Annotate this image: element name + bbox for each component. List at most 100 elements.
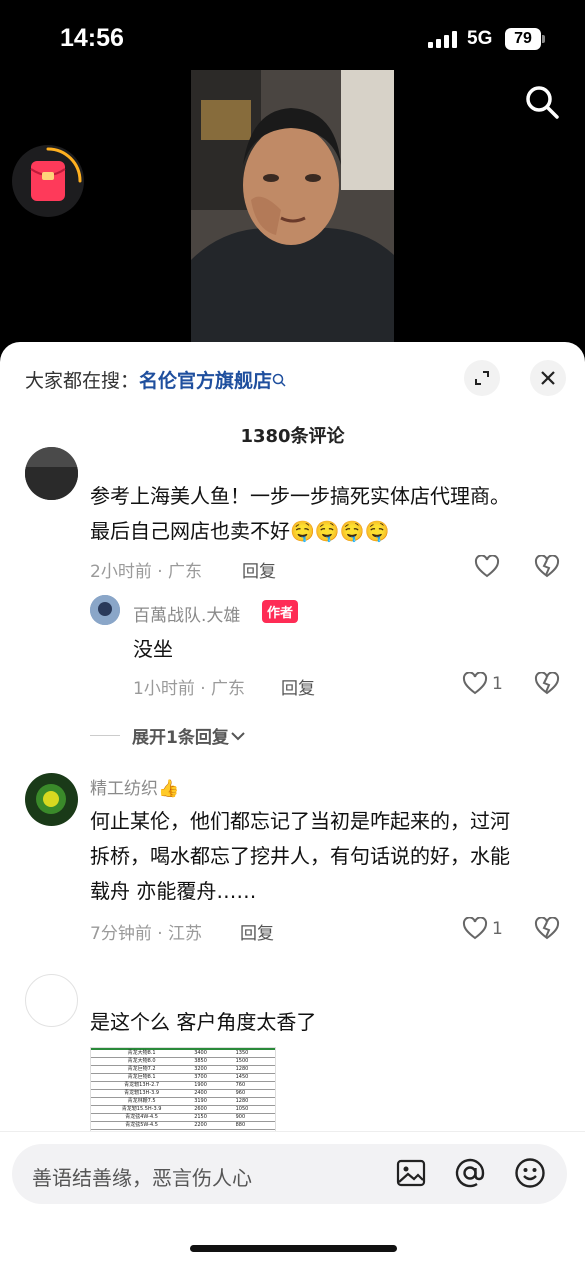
- table-cell: 1900: [192, 1081, 234, 1090]
- heart-icon: [462, 672, 488, 695]
- comment-count: 1380条评论: [240, 426, 345, 447]
- expand-replies-label: 展开1条回复: [132, 728, 229, 748]
- table-cell: 1280: [233, 1097, 275, 1106]
- comment-meta: 7分钟前 · 江苏: [90, 924, 203, 944]
- table-cell: 3190: [192, 1097, 234, 1106]
- table-row: 青龙巨物8.1 3700 1450: [91, 1073, 275, 1082]
- search-icon[interactable]: [524, 84, 560, 124]
- video-player[interactable]: [191, 70, 394, 345]
- table-cell: 3850: [192, 1057, 234, 1066]
- trending-search-prefix: 大家都在搜：: [25, 370, 140, 392]
- table-row: 青龙大物8.0 3850 1500: [91, 1057, 275, 1066]
- reply-button[interactable]: 回复: [281, 674, 315, 699]
- like-button[interactable]: 1: [462, 672, 503, 696]
- comment-text: 是这个么 客户角度太香了: [90, 1010, 317, 1034]
- comment-sheet: 大家都在搜：名伦官方旗舰店 1380条评论 参考上海美人鱼！一步一步搞死实体店代…: [0, 342, 585, 1266]
- table-cell: 1500: [233, 1057, 275, 1066]
- like-count: 1: [492, 919, 503, 939]
- table-row: 青龙巨物7.2 3200 1280: [91, 1065, 275, 1074]
- divider: [90, 735, 120, 736]
- like-button[interactable]: [474, 555, 500, 579]
- avatar[interactable]: [90, 595, 120, 625]
- avatar[interactable]: [25, 447, 78, 500]
- video-frame: [191, 70, 394, 345]
- table-cell: 青龙林鞭7.5: [91, 1097, 193, 1106]
- table-cell: 1350: [233, 1048, 275, 1058]
- comment-line: 拆桥，喝水都忘了挖井人，有句话说的好，水能: [90, 844, 510, 868]
- close-icon[interactable]: [530, 360, 566, 396]
- comment-input[interactable]: 善语结善缘，恶言伤人心: [12, 1144, 567, 1204]
- status-time: 14:56: [60, 24, 124, 52]
- table-cell: 760: [233, 1081, 275, 1090]
- table-cell: 青龙弦5W-4.5: [91, 1121, 193, 1130]
- like-count: 1: [492, 674, 503, 694]
- broken-heart-icon: [534, 917, 560, 940]
- table-cell: 2200: [192, 1121, 234, 1130]
- comment-text: 何止某伦，他们都忘记了当初是咋起来的，过河 拆桥，喝水都忘了挖井人，有句话说的好…: [90, 804, 562, 909]
- comment-image[interactable]: 青龙大物8.1 3400 1350 青龙大物8.0 3850 1500 青龙巨物7.2 320…: [90, 1047, 276, 1139]
- mention-icon[interactable]: [454, 1157, 486, 1193]
- dislike-button[interactable]: [534, 917, 560, 941]
- reply-username[interactable]: 百萬战队.大雄: [133, 601, 240, 626]
- author-badge: 作者: [262, 600, 299, 623]
- table-cell: 900: [233, 1113, 275, 1122]
- table-row: 青龙大物8.1 3400 1350: [91, 1048, 275, 1058]
- trending-search[interactable]: 大家都在搜：名伦官方旗舰店: [25, 366, 286, 393]
- red-packet-icon[interactable]: [12, 145, 84, 217]
- price-table: 青龙大物8.1 3400 1350 青龙大物8.0 3850 1500 青龙巨物7.2 320…: [91, 1048, 275, 1130]
- like-button[interactable]: 1: [462, 917, 503, 941]
- broken-heart-icon: [534, 555, 560, 578]
- search-small-icon: [272, 370, 286, 392]
- comment-line: 最后自己网店也卖不好🤤🤤🤤🤤: [90, 519, 390, 543]
- expand-replies-button[interactable]: 展开1条回复: [90, 723, 247, 748]
- network-type: 5G: [467, 28, 493, 49]
- emoji-icon[interactable]: [514, 1157, 546, 1193]
- table-cell: 3400: [192, 1048, 234, 1058]
- comment-text: 参考上海美人鱼！一步一步搞死实体店代理商。 最后自己网店也卖不好🤤🤤🤤🤤: [90, 479, 562, 549]
- signal-icon: [428, 30, 457, 48]
- table-row: 青龙弦4W-4.5 2150 900: [91, 1113, 275, 1122]
- comment-line: 参考上海美人鱼！一步一步搞死实体店代理商。: [90, 484, 510, 508]
- table-cell: 1050: [233, 1105, 275, 1114]
- reply-text: 没坐: [133, 637, 173, 661]
- heart-icon: [474, 555, 500, 578]
- reply-button[interactable]: 回复: [240, 919, 274, 944]
- trending-search-keyword[interactable]: 名伦官方旗舰店: [139, 370, 272, 392]
- table-cell: 青龙巨物7.2: [91, 1065, 193, 1074]
- comment-line: 何止某伦，他们都忘记了当初是咋起来的，过河: [90, 809, 510, 833]
- table-cell: 青龙巨物8.1: [91, 1073, 193, 1082]
- table-cell: 青龙弦4W-4.5: [91, 1113, 193, 1122]
- table-cell: 青龙轫15.5H-3.9: [91, 1105, 193, 1114]
- table-cell: 青龙轫13H-3.9: [91, 1089, 193, 1098]
- table-cell: 3200: [192, 1065, 234, 1074]
- table-cell: 2150: [192, 1113, 234, 1122]
- comment-username[interactable]: 精工纺织👍: [90, 774, 179, 799]
- table-row: 青龙轫15.5H-3.9 2600 1050: [91, 1105, 275, 1114]
- table-cell: 2600: [192, 1105, 234, 1114]
- table-cell: 青龙大物8.0: [91, 1057, 193, 1066]
- dislike-button[interactable]: [534, 672, 560, 696]
- table-row: 青龙轫13H-3.9 2400 960: [91, 1089, 275, 1098]
- table-cell: 960: [233, 1089, 275, 1098]
- dislike-button[interactable]: [534, 555, 560, 579]
- table-row: 青龙轫13H-2.7 1900 760: [91, 1081, 275, 1090]
- table-cell: 3700: [192, 1073, 234, 1082]
- avatar[interactable]: [25, 974, 78, 1027]
- battery-icon: 79: [505, 28, 545, 50]
- image-icon[interactable]: [396, 1157, 426, 1193]
- expand-icon[interactable]: [464, 360, 500, 396]
- table-cell: 2400: [192, 1089, 234, 1098]
- table-row: 青龙弦5W-4.5 2200 880: [91, 1121, 275, 1130]
- heart-icon: [462, 917, 488, 940]
- table-cell: 1450: [233, 1073, 275, 1082]
- comment-input-placeholder: 善语结善缘，恶言伤人心: [32, 1166, 252, 1190]
- table-row: 青龙林鞭7.5 3190 1280: [91, 1097, 275, 1106]
- table-cell: 青龙轫13H-2.7: [91, 1081, 193, 1090]
- reply-button[interactable]: 回复: [242, 557, 276, 582]
- comment-meta: 2小时前 · 广东: [90, 562, 203, 582]
- home-indicator[interactable]: [190, 1245, 397, 1252]
- avatar[interactable]: [25, 773, 78, 826]
- comment-line: 载舟 亦能覆舟……: [90, 879, 257, 903]
- broken-heart-icon: [534, 672, 560, 695]
- table-cell: 1280: [233, 1065, 275, 1074]
